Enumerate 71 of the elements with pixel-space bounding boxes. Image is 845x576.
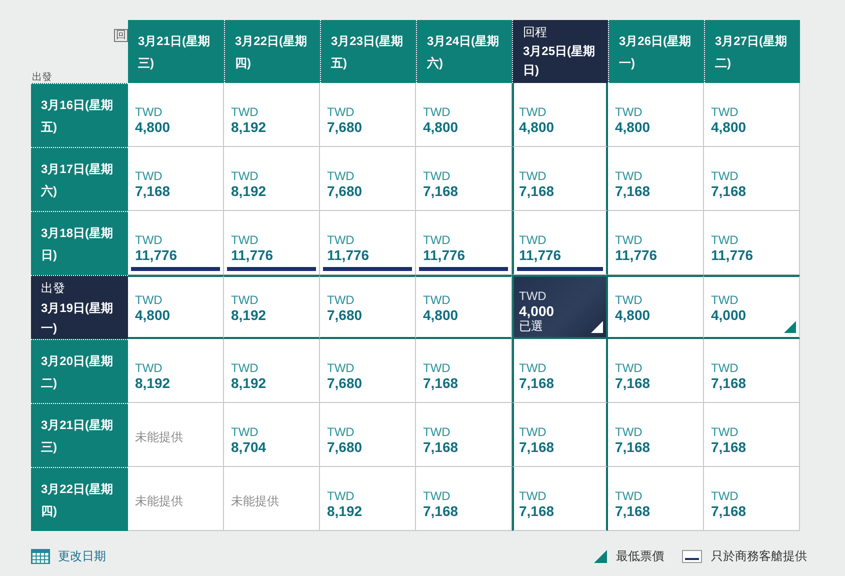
return-date-header[interactable]: 3月26日(星期一) bbox=[608, 20, 704, 83]
fare-cell[interactable]: TWD 7,168 bbox=[704, 403, 800, 467]
fare-cell[interactable]: TWD 7,168 bbox=[416, 467, 512, 531]
fare-cell[interactable]: TWD 7,168 bbox=[704, 467, 800, 531]
fare-cell[interactable]: TWD 7,168 bbox=[512, 467, 608, 531]
return-date-header[interactable]: 3月22日(星期四) bbox=[224, 20, 320, 83]
fare-cell[interactable]: TWD 8,192 bbox=[224, 83, 320, 147]
fare-cell[interactable]: TWD 7,680 bbox=[320, 339, 416, 403]
legend-label: 最低票價 bbox=[616, 548, 664, 565]
fare-cell[interactable]: TWD 7,680 bbox=[320, 275, 416, 339]
business-class-icon bbox=[682, 550, 702, 563]
fare-cell[interactable]: TWD 4,800 bbox=[608, 83, 704, 147]
return-date-header[interactable]: 3月21日(星期三) bbox=[128, 20, 224, 83]
depart-date-header[interactable]: 3月20日(星期二) bbox=[31, 339, 128, 403]
fare-cell[interactable]: TWD 4,800 bbox=[416, 275, 512, 339]
depart-date-header[interactable]: 3月16日(星期五) bbox=[31, 83, 128, 147]
legend-label: 只於商務客艙提供 bbox=[711, 548, 807, 565]
calendar-icon bbox=[31, 549, 50, 564]
fare-cell[interactable]: TWD 4,800 bbox=[512, 83, 608, 147]
fare-cell[interactable]: TWD 11,776 bbox=[224, 211, 320, 275]
fare-cell[interactable]: TWD 7,168 bbox=[704, 147, 800, 211]
fare-cell[interactable]: TWD 4,800 bbox=[704, 83, 800, 147]
fare-cell[interactable]: TWD 7,168 bbox=[608, 147, 704, 211]
fare-cell[interactable]: TWD 11,776 bbox=[416, 211, 512, 275]
fare-cell[interactable]: TWD 7,168 bbox=[608, 403, 704, 467]
fare-cell[interactable]: TWD 7,168 bbox=[608, 339, 704, 403]
fare-cell[interactable]: TWD 4,800 bbox=[608, 275, 704, 339]
fare-cell[interactable]: TWD 11,776 bbox=[128, 211, 224, 275]
fare-cell[interactable]: TWD 8,192 bbox=[320, 467, 416, 531]
fare-cell[interactable]: TWD 4,800 bbox=[128, 275, 224, 339]
fare-cell[interactable]: TWD 7,168 bbox=[416, 339, 512, 403]
unavailable-cell: 未能提供 bbox=[128, 403, 224, 467]
change-dates-link[interactable]: 更改日期 bbox=[31, 548, 106, 565]
fare-cell[interactable]: TWD 4,000 已選 bbox=[512, 275, 608, 339]
return-date-header[interactable]: 3月24日(星期六) bbox=[416, 20, 512, 83]
depart-date-header[interactable]: 3月17日(星期六) bbox=[31, 147, 128, 211]
fare-cell[interactable]: TWD 7,168 bbox=[512, 403, 608, 467]
fare-cell[interactable]: TWD 7,680 bbox=[320, 147, 416, 211]
fare-cell[interactable]: TWD 7,168 bbox=[416, 403, 512, 467]
fare-cell[interactable]: TWD 4,800 bbox=[128, 83, 224, 147]
return-date-header[interactable]: 3月27日(星期二) bbox=[704, 20, 800, 83]
depart-date-header[interactable]: 3月21日(星期三) bbox=[31, 403, 128, 467]
depart-label: 出發 bbox=[32, 72, 52, 83]
fare-cell[interactable]: TWD 8,192 bbox=[224, 275, 320, 339]
depart-date-header[interactable]: 3月22日(星期四) bbox=[31, 467, 128, 531]
fare-cell[interactable]: TWD 7,168 bbox=[512, 147, 608, 211]
fare-cell[interactable]: TWD 7,680 bbox=[320, 403, 416, 467]
fare-cell[interactable]: TWD 7,168 bbox=[512, 339, 608, 403]
return-date-header[interactable]: 3月23日(星期五) bbox=[320, 20, 416, 83]
fare-cell[interactable]: TWD 4,800 bbox=[416, 83, 512, 147]
fare-cell[interactable]: TWD 11,776 bbox=[704, 211, 800, 275]
fare-cell[interactable]: TWD 11,776 bbox=[320, 211, 416, 275]
fare-cell[interactable]: TWD 7,168 bbox=[608, 467, 704, 531]
fare-cell[interactable]: TWD 7,168 bbox=[128, 147, 224, 211]
fare-cell[interactable]: TWD 11,776 bbox=[608, 211, 704, 275]
fare-cell[interactable]: TWD 8,192 bbox=[224, 147, 320, 211]
depart-date-header[interactable]: 3月18日(星期日) bbox=[31, 211, 128, 275]
return-date-header[interactable]: 回程 3月25日(星期日) bbox=[512, 20, 608, 83]
unavailable-cell: 未能提供 bbox=[128, 467, 224, 531]
fare-cell[interactable]: TWD 8,192 bbox=[128, 339, 224, 403]
return-label: 回 bbox=[114, 29, 128, 42]
fare-cell[interactable]: TWD 8,704 bbox=[224, 403, 320, 467]
lowest-fare-icon bbox=[594, 550, 607, 563]
fare-cell[interactable]: TWD 4,000 bbox=[704, 275, 800, 339]
fare-cell[interactable]: TWD 7,680 bbox=[320, 83, 416, 147]
depart-date-header[interactable]: 出發 3月19日(星期一) bbox=[31, 275, 128, 339]
unavailable-cell: 未能提供 bbox=[224, 467, 320, 531]
fare-cell[interactable]: TWD 7,168 bbox=[704, 339, 800, 403]
fare-cell[interactable]: TWD 8,192 bbox=[224, 339, 320, 403]
fare-cell[interactable]: TWD 7,168 bbox=[416, 147, 512, 211]
fare-cell[interactable]: TWD 11,776 bbox=[512, 211, 608, 275]
